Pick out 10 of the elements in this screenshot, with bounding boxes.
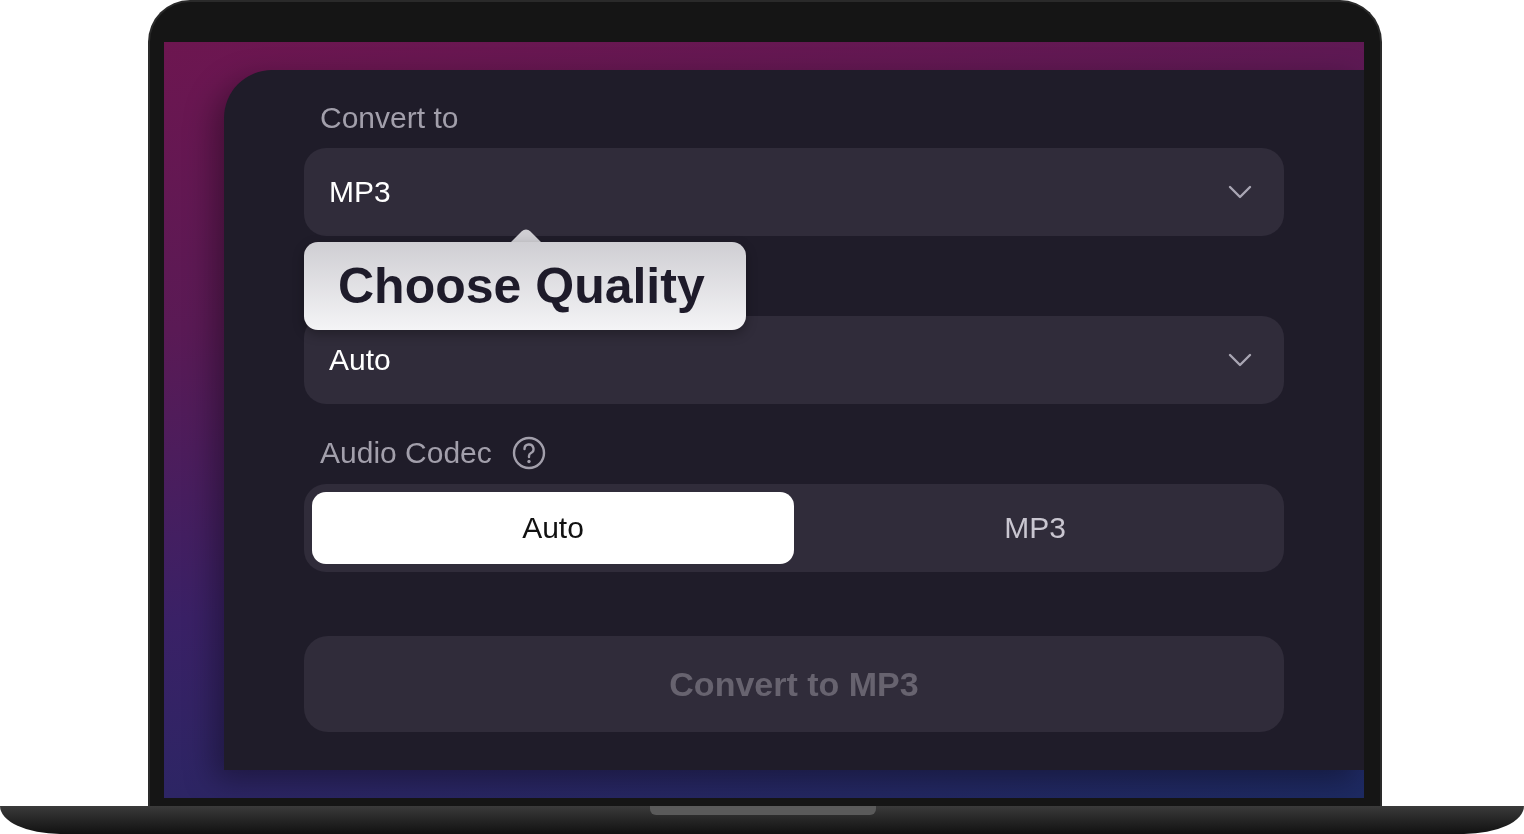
tooltip: Choose Quality [304, 242, 746, 330]
help-icon[interactable] [511, 436, 546, 470]
segment-option[interactable]: Auto [312, 492, 794, 564]
segment-option[interactable]: MP3 [794, 492, 1276, 564]
field-label: Convert to [320, 100, 459, 136]
dropdown-field[interactable]: MP3 [304, 148, 1284, 236]
field-label: Audio Codec [320, 435, 492, 471]
chevron-down-icon [1228, 185, 1252, 199]
dropdown-field[interactable]: Auto [304, 316, 1284, 404]
chevron-down-icon [1228, 353, 1252, 367]
